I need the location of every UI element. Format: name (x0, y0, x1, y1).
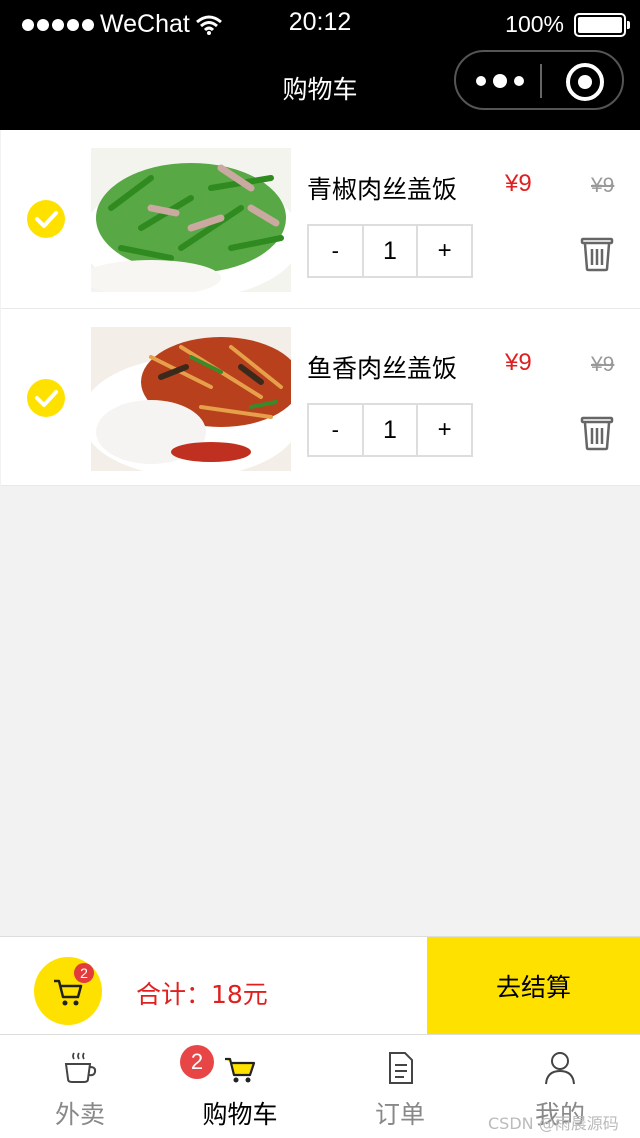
close-miniprogram-icon[interactable] (566, 63, 604, 101)
food-image (91, 148, 291, 292)
user-icon (545, 1052, 575, 1085)
checkout-button[interactable]: 去结算 (427, 937, 640, 1034)
quantity-stepper: - 1 + (307, 224, 473, 278)
document-icon (389, 1052, 413, 1084)
tab-label: 外卖 (54, 1100, 105, 1129)
quantity-value[interactable]: 1 (364, 405, 419, 455)
item-original-price: ¥9 (591, 174, 615, 197)
item-original-price: ¥9 (591, 353, 615, 376)
quantity-value[interactable]: 1 (364, 226, 419, 276)
tab-takeout[interactable]: 外卖 (0, 1035, 160, 1138)
checkout-bar: 2 合计：18元 去结算 (0, 936, 640, 1035)
battery-icon (574, 13, 630, 37)
cart-list: 青椒肉丝盖饭 ¥9 ¥9 - 1 + 鱼香肉丝盖饭 ¥9 ¥9 - 1 + (1, 130, 640, 486)
quantity-stepper: - 1 + (307, 403, 473, 457)
decrease-button[interactable]: - (309, 226, 364, 276)
food-image (91, 327, 291, 471)
navigation-bar: 购物车 (0, 46, 640, 130)
cart-item: 青椒肉丝盖饭 ¥9 ¥9 - 1 + (1, 130, 640, 309)
checked-circle-icon[interactable] (27, 200, 65, 238)
total-price: 合计：18元 (136, 980, 268, 1009)
increase-button[interactable]: + (418, 405, 471, 455)
item-price: ¥9 (505, 170, 532, 197)
watermark: CSDN @雨晨源码 (488, 1114, 619, 1133)
tab-label: 购物车 (202, 1100, 278, 1129)
cart-count-badge: 2 (74, 963, 94, 983)
decrease-button[interactable]: - (309, 405, 364, 455)
more-icon[interactable] (476, 70, 524, 92)
item-name: 鱼香肉丝盖饭 (307, 354, 458, 383)
checked-circle-icon[interactable] (27, 379, 65, 417)
status-bar: WeChat 20:12 100% (0, 0, 640, 46)
item-price: ¥9 (505, 349, 532, 376)
miniprogram-capsule (454, 50, 624, 110)
battery-percent: 100% (505, 11, 564, 37)
cart-item: 鱼香肉丝盖饭 ¥9 ¥9 - 1 + (1, 309, 640, 486)
coffee-cup-icon (64, 1052, 97, 1083)
tab-orders[interactable]: 订单 (320, 1035, 480, 1138)
item-name: 青椒肉丝盖饭 (307, 175, 458, 204)
cart-icon (225, 1057, 256, 1083)
trash-icon[interactable] (579, 234, 615, 272)
capsule-divider (540, 64, 542, 98)
cart-tab-badge: 2 (180, 1045, 214, 1079)
trash-icon[interactable] (579, 413, 615, 451)
increase-button[interactable]: + (418, 226, 471, 276)
tab-label: 订单 (374, 1100, 425, 1129)
